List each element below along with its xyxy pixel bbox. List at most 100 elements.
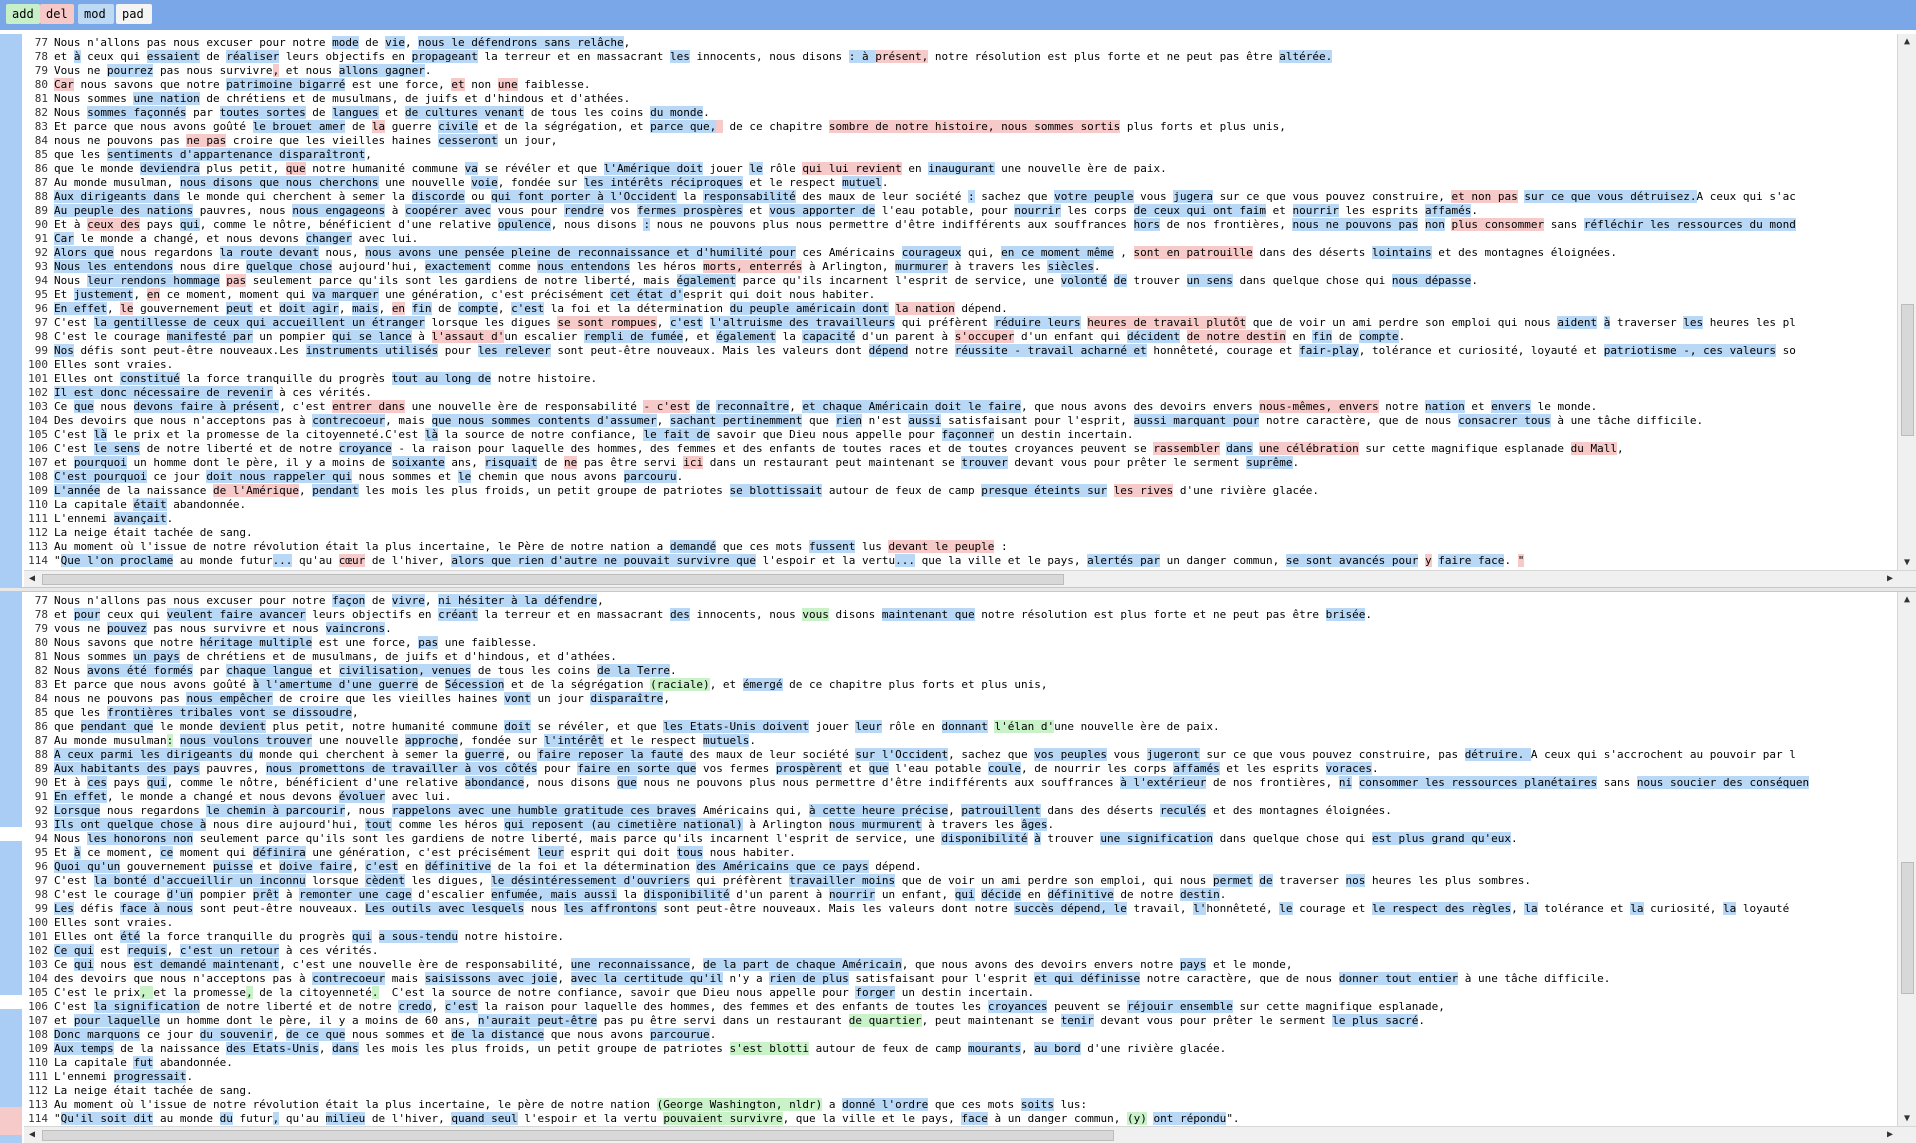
text-line[interactable]: 98 C'est le courage d'un pompier prêt à r…	[24, 888, 1896, 902]
scrollbar-thumb[interactable]	[1901, 862, 1914, 994]
text-line[interactable]: 93 Nous les entendons nous dire quelque c…	[24, 260, 1896, 274]
text-line[interactable]: 86 que le monde deviendra plus petit, que…	[24, 162, 1896, 176]
legend-del-chip[interactable]: del	[40, 4, 74, 24]
text-line[interactable]: 99 Nos défis sont peut-être nouveaux.Les …	[24, 344, 1896, 358]
text-line[interactable]: 78 et à ceux qui essaient de réaliser leu…	[24, 50, 1896, 64]
horizontal-scrollbar-thumb[interactable]	[42, 1130, 1114, 1141]
text-line[interactable]: 95 Et à ce moment, ce moment qui définira…	[24, 846, 1896, 860]
text-line[interactable]: 84 nous ne pouvons pas nous empêcher de c…	[24, 692, 1896, 706]
scroll-left-arrow-icon[interactable]: ◀	[24, 1127, 40, 1143]
text-line[interactable]: 114 "Qu'il soit dit au monde du futur , qu…	[24, 1112, 1896, 1125]
text-line[interactable]: 114 "Que l'on proclame au monde futur... …	[24, 554, 1896, 568]
scroll-left-arrow-icon[interactable]: ◀	[24, 571, 40, 587]
text-line[interactable]: 81 Nous sommes une nation de chrétiens et…	[24, 92, 1896, 106]
text-line[interactable]: 111 L'ennemi avançait.	[24, 512, 1896, 526]
original-text-lines[interactable]: 77 Nous n'allons pas nous excuser pour no…	[24, 36, 1896, 569]
text-line[interactable]: 92 Lorsque nous regardons le chemin à par…	[24, 804, 1896, 818]
text-line[interactable]: 108 Donc marquons ce jour du souvenir, de…	[24, 1028, 1896, 1042]
text-line[interactable]: 92 Alors que nous regardons la route deva…	[24, 246, 1896, 260]
scroll-right-arrow-icon[interactable]: ▶	[1882, 1127, 1898, 1143]
legend-pad-chip[interactable]: pad	[116, 4, 152, 24]
scroll-up-arrow-icon[interactable]: ▲	[1898, 34, 1916, 50]
text-line[interactable]: 99 Les défis face à nous sont peut-être n…	[24, 902, 1896, 916]
text-line[interactable]: 87 Au monde musulman: nous voulons trouve…	[24, 734, 1896, 748]
scroll-right-arrow-icon[interactable]: ▶	[1882, 571, 1898, 587]
text-line[interactable]: 106 C'est la signification de notre liber…	[24, 1000, 1896, 1014]
text-line[interactable]: 87 Au monde musulman, nous disons que nou…	[24, 176, 1896, 190]
scroll-down-arrow-icon[interactable]: ▼	[1898, 555, 1916, 571]
text-line[interactable]: 83 Et parce que nous avons goûté à l'amer…	[24, 678, 1896, 692]
text-line[interactable]: 101 Elles ont constitué la force tranquil…	[24, 372, 1896, 386]
text-line[interactable]: 103 Ce que nous devons faire à présent, c…	[24, 400, 1896, 414]
text-line[interactable]: 105 C'est là le prix et la promesse de la…	[24, 428, 1896, 442]
text-line[interactable]: 104 Des devoirs que nous n'acceptons pas …	[24, 414, 1896, 428]
text-line[interactable]: 97 C'est la gentillesse de ceux qui accue…	[24, 316, 1896, 330]
scrollbar-thumb[interactable]	[1901, 304, 1914, 436]
text-line[interactable]: 90 Et à ceux des pays qui, comme le nôtre…	[24, 218, 1896, 232]
text-line[interactable]: 82 Nous avons été formés par chaque langu…	[24, 664, 1896, 678]
text-line[interactable]: 112 La neige était tachée de sang.	[24, 526, 1896, 540]
text-line[interactable]: 81 Nous sommes un pays de chrétiens et de…	[24, 650, 1896, 664]
text-line[interactable]: 103 Ce qui nous est demandé maintenant, c…	[24, 958, 1896, 972]
text-line[interactable]: 104 des devoirs que nous n'acceptons pas …	[24, 972, 1896, 986]
text-line[interactable]: 107 et pour laquelle un homme dont le pèr…	[24, 1014, 1896, 1028]
text-line[interactable]: 83 Et parce que nous avons goûté le broue…	[24, 120, 1896, 134]
text-line[interactable]: 106 C'est le sens de notre liberté et de …	[24, 442, 1896, 456]
text-line[interactable]: 79 Vous ne pourrez pas nous survivre, et …	[24, 64, 1896, 78]
text-line[interactable]: 77 Nous n'allons pas nous excuser pour no…	[24, 36, 1896, 50]
text-line[interactable]: 82 Nous sommes façonnés par toutes sortes…	[24, 106, 1896, 120]
text-line[interactable]: 102 Il est donc nécessaire de revenir à c…	[24, 386, 1896, 400]
scroll-up-arrow-icon[interactable]: ▲	[1898, 592, 1916, 608]
text-line[interactable]: 93 Ils ont quelque chose à nous dire aujo…	[24, 818, 1896, 832]
text-line[interactable]: 100 Elles sont vraies.	[24, 916, 1896, 930]
legend-add-chip[interactable]: add	[6, 4, 40, 24]
text-line[interactable]: 102 Ce qui est requis, c'est un retour à …	[24, 944, 1896, 958]
text-line[interactable]: 80 Car nous savons que notre patrimoine b…	[24, 78, 1896, 92]
original-text-pane[interactable]: 77 Nous n'allons pas nous excuser pour no…	[0, 34, 1916, 587]
text-line[interactable]: 110 La capitale fut abandonnée.	[24, 1056, 1896, 1070]
horizontal-scrollbar[interactable]: ◀ ▶	[24, 570, 1916, 587]
horizontal-scrollbar-thumb[interactable]	[42, 574, 1064, 585]
text-line[interactable]: 88 A ceux parmi les dirigeants du monde q…	[24, 748, 1896, 762]
text-line[interactable]: 85 que les frontières tribales vont se di…	[24, 706, 1896, 720]
text-line[interactable]: 91 Car le monde a changé, et nous devons …	[24, 232, 1896, 246]
modified-text-lines[interactable]: 77 Nous n'allons pas nous excuser pour no…	[24, 594, 1896, 1125]
text-line[interactable]: 98 C'est le courage manifesté par un pomp…	[24, 330, 1896, 344]
text-line[interactable]: 113 Au moment où l'issue de notre révolut…	[24, 1098, 1896, 1112]
text-line[interactable]: 112 La neige était tachée de sang.	[24, 1084, 1896, 1098]
text-line[interactable]: 77 Nous n'allons pas nous excuser pour no…	[24, 594, 1896, 608]
text-line[interactable]: 84 nous ne pouvons pas ne pas croire que …	[24, 134, 1896, 148]
text-line[interactable]: 94 Nous leur rendons hommage pas seulemen…	[24, 274, 1896, 288]
text-line[interactable]: 90 Et à ces pays qui, comme le nôtre, bén…	[24, 776, 1896, 790]
text-line[interactable]: 79 vous ne pouvez pas nous survivre et no…	[24, 622, 1896, 636]
text-line[interactable]: 101 Elles ont été la force tranquille du …	[24, 930, 1896, 944]
horizontal-scrollbar[interactable]: ◀ ▶	[24, 1126, 1916, 1143]
text-line[interactable]: 95 Et justement, en ce moment, moment qui…	[24, 288, 1896, 302]
text-line[interactable]: 94 Nous les honorons non seulement parce …	[24, 832, 1896, 846]
text-line[interactable]: 86 que pendant que le monde devient plus …	[24, 720, 1896, 734]
vertical-scrollbar[interactable]: ▲ ▼	[1897, 592, 1916, 1127]
legend-mod-chip[interactable]: mod	[78, 4, 114, 24]
text-line[interactable]: 100 Elles sont vraies.	[24, 358, 1896, 372]
text-line[interactable]: 105 C'est le prix, et la promesse, de la …	[24, 986, 1896, 1000]
text-line[interactable]: 80 Nous savons que notre héritage multipl…	[24, 636, 1896, 650]
text-line[interactable]: 89 Aux habitants des pays pauvres, nous p…	[24, 762, 1896, 776]
text-line[interactable]: 85 que les sentiments d'appartenance disp…	[24, 148, 1896, 162]
modified-text-pane[interactable]: 77 Nous n'allons pas nous excuser pour no…	[0, 592, 1916, 1143]
scroll-down-arrow-icon[interactable]: ▼	[1898, 1111, 1916, 1127]
text-line[interactable]: 78 et pour ceux qui veulent faire avancer…	[24, 608, 1896, 622]
text-line[interactable]: 88 Aux dirigeants dans le monde qui cherc…	[24, 190, 1896, 204]
text-line[interactable]: 96 En effet, le gouvernement peut et doit…	[24, 302, 1896, 316]
text-line[interactable]: 91 En effet, le monde a changé et nous de…	[24, 790, 1896, 804]
text-line[interactable]: 109 Aux temps de la naissance des Etats-U…	[24, 1042, 1896, 1056]
text-line[interactable]: 110 La capitale était abandonnée.	[24, 498, 1896, 512]
text-line[interactable]: 113 Au moment où l'issue de notre révolut…	[24, 540, 1896, 554]
text-line[interactable]: 111 L'ennemi progressait.	[24, 1070, 1896, 1084]
text-line[interactable]: 109 L'année de la naissance de l'Amérique…	[24, 484, 1896, 498]
text-line[interactable]: 108 C'est pourquoi ce jour doit nous rapp…	[24, 470, 1896, 484]
text-line[interactable]: 97 C'est la bonté d'accueillir un inconnu…	[24, 874, 1896, 888]
text-line[interactable]: 107 et pourquoi un homme dont le père, il…	[24, 456, 1896, 470]
vertical-scrollbar[interactable]: ▲ ▼	[1897, 34, 1916, 571]
text-line[interactable]: 89 Au peuple des nations pauvres, nous no…	[24, 204, 1896, 218]
text-line[interactable]: 96 Quoi qu'un gouvernement puisse et doiv…	[24, 860, 1896, 874]
